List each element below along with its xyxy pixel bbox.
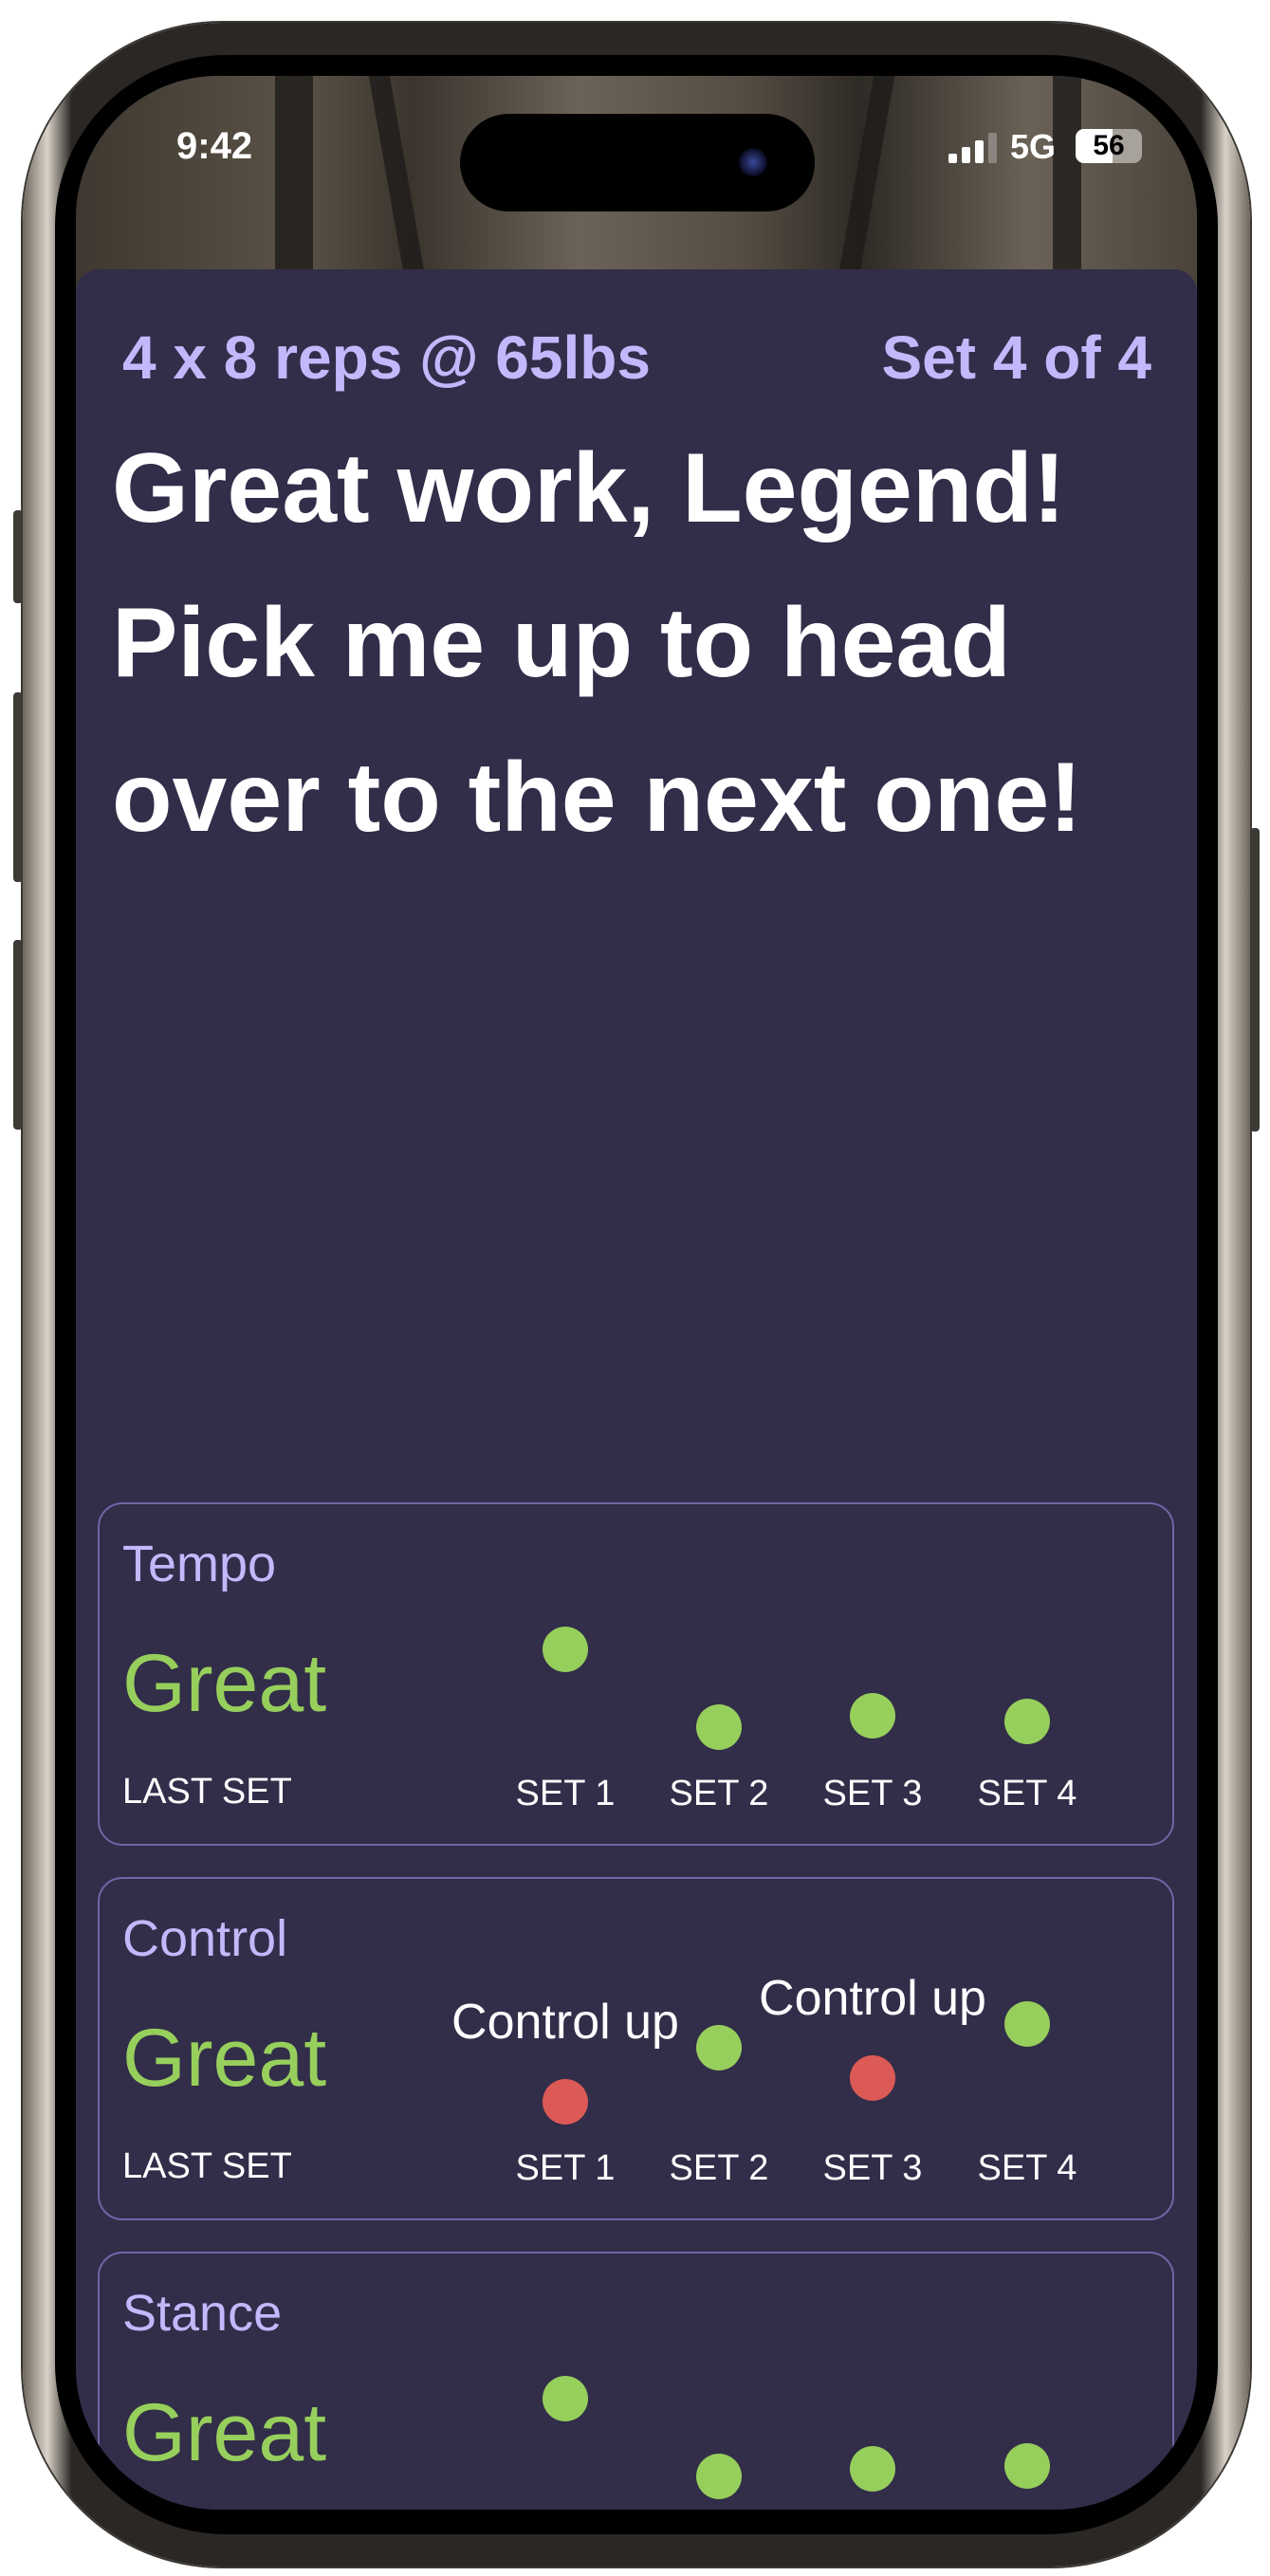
metric-rating: Great (122, 2387, 327, 2478)
set-3-good-dot (850, 2445, 895, 2492)
action-button (13, 510, 23, 603)
set-4-good-dot (1004, 2001, 1050, 2047)
metric-title: Stance (122, 2285, 283, 2342)
set-label: SET 4 (977, 1774, 1077, 1813)
set-label: SET 4 (977, 2148, 1077, 2188)
set-2-good-dot (696, 1704, 742, 1750)
clock: 9:42 (176, 125, 253, 167)
power-button (1250, 828, 1260, 1132)
set-1-bad-dot (543, 2079, 588, 2125)
volume-down-button (13, 940, 23, 1130)
set-feedback-note: Control up (759, 1971, 986, 2027)
set-feedback-note: Control up (451, 1995, 679, 2050)
set-label: SET 2 (669, 2148, 769, 2188)
volume-up-button (13, 692, 23, 882)
metric-title: Control (122, 1910, 288, 1967)
set-3-bad-dot (850, 2055, 895, 2102)
set-4-good-dot (1004, 1699, 1050, 1745)
metric-card-stance: StanceGreatLAST SETSET 1SET 2SET 3SET 4 (98, 2252, 1174, 2510)
metric-rating: Great (122, 2013, 327, 2104)
battery-icon: 56 (1076, 129, 1142, 163)
metric-rating: Great (122, 1638, 327, 1729)
signal-icon (948, 133, 997, 163)
set-prescription: 4 x 8 reps @ 65lbs (122, 323, 651, 392)
network-type: 5G (1010, 127, 1057, 166)
set-4-good-dot (1004, 2443, 1050, 2490)
status-bar: 9:42 5G 56 (76, 76, 1197, 228)
set-progress: Set 4 of 4 (881, 323, 1151, 392)
camera-icon (739, 148, 767, 176)
last-set-caption: LAST SET (122, 2146, 292, 2186)
set-1-good-dot (543, 1627, 588, 1672)
last-set-caption: LAST SET (122, 1772, 292, 1812)
screen: 9:42 5G 56 4 x 8 reps @ 65lbs Set 4 of 4… (76, 76, 1197, 2510)
metric-card-tempo: Tempo Great LAST SET SET 1 SET 2 SET 3 SET 4 (98, 1502, 1174, 1846)
set-3-good-dot (850, 1692, 895, 1739)
metric-card-control: Control Great LAST SET SET 1 SET 2 SET 3 SET 4… (98, 1877, 1174, 2220)
dynamic-island (460, 114, 815, 212)
set-label: SET 1 (515, 1774, 616, 1813)
set-label: SET 1 (515, 2148, 616, 2188)
workout-panel: 4 x 8 reps @ 65lbs Set 4 of 4 Great work… (76, 269, 1197, 2510)
set-2-good-dot (696, 2024, 742, 2070)
set-label: SET 3 (822, 2148, 923, 2188)
set-1-good-dot (543, 2376, 588, 2421)
completion-message: Great work, Legend! Pick me up to head o… (112, 433, 1082, 853)
battery-level: 56 (1093, 130, 1125, 161)
set-label: SET 3 (822, 1774, 923, 1813)
set-label: SET 2 (669, 1774, 769, 1813)
metric-title: Tempo (122, 1536, 277, 1592)
set-2-good-dot (696, 2454, 742, 2499)
